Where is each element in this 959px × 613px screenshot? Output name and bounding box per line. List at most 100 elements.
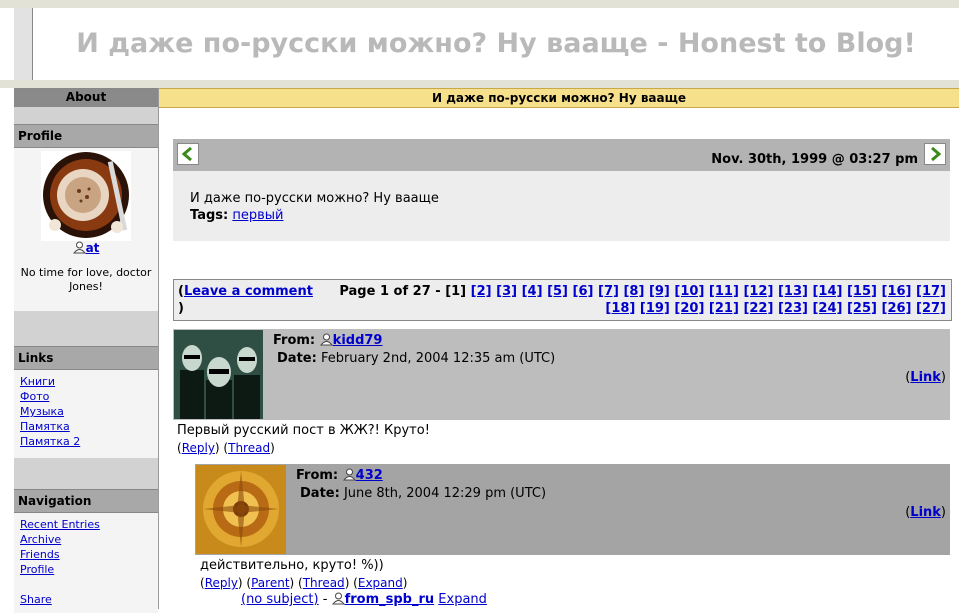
user-icon (331, 592, 345, 609)
page-link[interactable]: [16] (882, 284, 912, 299)
page-link[interactable]: [10] (674, 284, 704, 299)
reply-link[interactable]: Reply (205, 576, 238, 590)
page-link[interactable]: [4] (522, 284, 543, 299)
comment-link[interactable]: Link (910, 505, 941, 520)
comment-author-link[interactable]: 432 (356, 468, 383, 483)
link-music[interactable]: Музыка (14, 404, 158, 419)
profile-heading-label: Profile (18, 129, 63, 143)
sidebar-navigation-heading: Navigation (14, 489, 158, 513)
tags-label: Tags: (190, 208, 229, 223)
top-strip (0, 0, 959, 8)
parent-link[interactable]: Parent (251, 576, 289, 590)
date-label: Date: (300, 486, 340, 501)
link-photo[interactable]: Фото (14, 389, 158, 404)
comment-userpic[interactable] (174, 330, 263, 419)
entry-subject: И даже по-русски можно? Ну вааще (431, 91, 687, 105)
comments-pager: (Leave a comment) Page 1 of 27 - [1] [2]… (173, 279, 952, 321)
page-link[interactable]: [24] (812, 301, 842, 316)
pager-pages: Page 1 of 27 - [1] [2] [3] [4] [5] [6] [… (306, 283, 946, 317)
entry-body: И даже по-русски можно? Ну вааще Tags: п… (173, 171, 950, 241)
page-link[interactable]: [23] (778, 301, 808, 316)
page-link[interactable]: [21] (709, 301, 739, 316)
sidebar-about-heading: About (14, 88, 158, 107)
header-divider (0, 80, 959, 88)
collapsed-comment: (no subject) - from_spb_ru Expand (241, 592, 487, 609)
page-link[interactable]: [15] (847, 284, 877, 299)
leave-comment-link[interactable]: Leave a comment (184, 284, 313, 299)
links-list: Книги Фото Музыка Памятка Памятка 2 (14, 370, 158, 458)
entry-title-bar: И даже по-русски можно? Ну вааще (159, 88, 959, 108)
arrow-right-icon (931, 146, 942, 162)
profile-box: at No time for love, doctor Jones! (14, 148, 158, 311)
comment-actions: (Reply) (Parent) (Thread) (Expand) (200, 576, 408, 590)
page-link[interactable]: [25] (847, 301, 877, 316)
previous-entry-button[interactable] (177, 143, 199, 165)
page-link[interactable]: [13] (778, 284, 808, 299)
page-link[interactable]: [5] (547, 284, 568, 299)
page-link[interactable]: [19] (640, 301, 670, 316)
separator: - (322, 592, 328, 607)
collapsed-expand-link[interactable]: Expand (438, 592, 487, 607)
comment-text: Первый русский пост в ЖЖ?! Круто! (177, 423, 430, 438)
date-label: Date: (277, 351, 317, 366)
site-title: И даже по-русски можно? Ну вааще - Hones… (76, 28, 916, 59)
collapsed-subject-link[interactable]: (no subject) (241, 592, 319, 607)
page-link[interactable]: [12] (743, 284, 773, 299)
page-link[interactable]: [3] (496, 284, 517, 299)
comment-date: February 2nd, 2004 12:35 am (UTC) (320, 351, 556, 366)
profile-userpic[interactable] (41, 151, 131, 241)
comment-text: действительно, круто! %)) (200, 558, 384, 573)
link-memo-2[interactable]: Памятка 2 (14, 434, 158, 449)
sidebar-gap (14, 458, 158, 489)
profile-username-link[interactable]: at (86, 241, 100, 255)
comment-actions: (Reply) (Thread) (177, 441, 275, 455)
expand-link[interactable]: Expand (358, 576, 403, 590)
page-link[interactable]: [22] (743, 301, 773, 316)
page-link[interactable]: [9] (649, 284, 670, 299)
page-link[interactable]: [6] (573, 284, 594, 299)
links-heading-label: Links (18, 351, 54, 365)
sidebar-gap (14, 311, 158, 346)
page-link[interactable]: [14] (812, 284, 842, 299)
share-link[interactable]: Share (14, 592, 158, 607)
tag-link[interactable]: первый (232, 208, 283, 223)
thread-link[interactable]: Thread (303, 576, 345, 590)
sidebar-links-heading: Links (14, 346, 158, 370)
thread-link[interactable]: Thread (228, 441, 270, 455)
page-link[interactable]: [7] (598, 284, 619, 299)
next-entry-button[interactable] (924, 143, 946, 165)
page-link[interactable]: [11] (709, 284, 739, 299)
nav-archive[interactable]: Archive (14, 532, 158, 547)
nav-recent-entries[interactable]: Recent Entries (14, 517, 158, 532)
comment-author-link[interactable]: kidd79 (333, 333, 383, 348)
collapsed-author-link[interactable]: from_spb_ru (345, 592, 435, 607)
paren-close: ) (178, 301, 184, 316)
link-books[interactable]: Книги (14, 374, 158, 389)
nav-profile[interactable]: Profile (14, 562, 158, 577)
comment-header: From: 432 Date: June 8th, 2004 12:29 pm … (195, 464, 950, 555)
link-memo[interactable]: Памятка (14, 419, 158, 434)
page-link[interactable]: [17] (916, 284, 946, 299)
user-icon (319, 333, 333, 350)
user-icon (342, 468, 356, 485)
comment-date: June 8th, 2004 12:29 pm (UTC) (343, 486, 547, 501)
user-icon (72, 241, 86, 257)
page-link[interactable]: [2] (471, 284, 492, 299)
comment-link[interactable]: Link (910, 370, 941, 385)
from-label: From: (296, 468, 339, 483)
nav-friends[interactable]: Friends (14, 547, 158, 562)
comment-userpic[interactable] (196, 465, 286, 554)
page-link[interactable]: [27] (916, 301, 946, 316)
reply-link[interactable]: Reply (182, 441, 215, 455)
navigation-heading-label: Navigation (18, 494, 92, 508)
entry-nav-bar: Nov. 30th, 1999 @ 03:27 pm (173, 139, 950, 171)
page-link[interactable]: [8] (623, 284, 644, 299)
page-link[interactable]: [18] (605, 301, 635, 316)
sidebar: About Profile at No time for love, docto… (14, 88, 159, 613)
sidebar-profile-heading: Profile (14, 124, 158, 148)
page-link[interactable]: [20] (674, 301, 704, 316)
page-link[interactable]: [26] (882, 301, 912, 316)
entry-text: И даже по-русски можно? Ну вааще (190, 191, 439, 206)
header-left-strip (14, 8, 33, 80)
page-label: Page 1 of 27 - (339, 284, 441, 299)
